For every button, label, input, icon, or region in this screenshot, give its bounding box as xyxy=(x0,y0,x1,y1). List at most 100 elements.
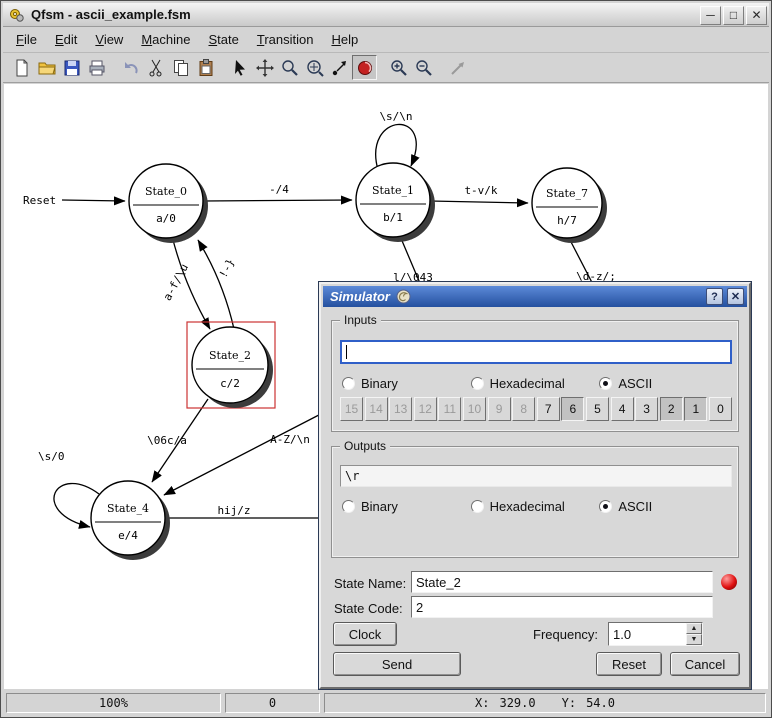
bit-button-13: 13 xyxy=(389,397,413,421)
maximize-button[interactable]: □ xyxy=(723,5,744,25)
clock-button[interactable]: Clock xyxy=(333,622,397,646)
state-name-label: State Name: xyxy=(334,576,407,591)
transition-state2-state0[interactable] xyxy=(197,239,235,330)
bit-button-7[interactable]: 7 xyxy=(536,397,560,421)
frequency-down-button[interactable]: ▼ xyxy=(686,634,702,645)
cancel-button[interactable]: Cancel xyxy=(670,652,740,676)
transition-reset[interactable] xyxy=(61,196,126,206)
bit-button-1[interactable]: 1 xyxy=(684,397,708,421)
menu-item-transition[interactable]: Transition xyxy=(248,29,323,50)
menu-item-machine[interactable]: Machine xyxy=(132,29,199,50)
simulator-dialog: Simulator ? ✕ Inputs Binary Hexadecimal AS… xyxy=(318,281,752,690)
menu-item-edit[interactable]: Edit xyxy=(46,29,86,50)
straighten-transitions-button[interactable] xyxy=(445,55,470,80)
interactive-zoom-tool-button[interactable] xyxy=(302,55,327,80)
label-s2-s4: \06c/a xyxy=(147,434,187,447)
state-code-value: 2 xyxy=(416,599,424,615)
bit-button-6[interactable]: 6 xyxy=(561,397,585,421)
state-node-state-7[interactable]: State_7 h/7 xyxy=(531,167,607,243)
outputs-radio-hexadecimal[interactable]: Hexadecimal xyxy=(470,499,600,514)
zoom-in-button[interactable] xyxy=(386,55,411,80)
bit-button-0[interactable]: 0 xyxy=(708,397,732,421)
save-button[interactable] xyxy=(59,55,84,80)
simulator-titlebar[interactable]: Simulator ? ✕ xyxy=(323,286,747,307)
frequency-label: Frequency: xyxy=(533,627,599,642)
print-button[interactable] xyxy=(84,55,109,80)
pan-tool-button[interactable] xyxy=(252,55,277,80)
outputs-group-label: Outputs xyxy=(340,439,391,453)
state-code: c/2 xyxy=(220,377,240,390)
zoom-out-button[interactable] xyxy=(411,55,436,80)
outputs-radio-ascii[interactable]: ASCII xyxy=(599,499,728,514)
state-code-field[interactable]: 2 xyxy=(411,596,713,618)
zoom-select-tool-button[interactable] xyxy=(277,55,302,80)
state-code-label: State Code: xyxy=(334,601,403,616)
frequency-value: 1.0 xyxy=(613,626,632,642)
open-file-button[interactable] xyxy=(34,55,59,80)
menu-item-file[interactable]: File xyxy=(7,29,46,50)
dialog-close-button[interactable]: ✕ xyxy=(727,288,744,305)
reset-button[interactable]: Reset xyxy=(596,652,662,676)
radio-icon xyxy=(342,500,355,513)
bit-button-8: 8 xyxy=(512,397,536,421)
radio-icon xyxy=(470,500,484,513)
new-file-button[interactable] xyxy=(9,55,34,80)
bit-button-4[interactable]: 4 xyxy=(610,397,634,421)
coord-y-label: Y: xyxy=(561,695,577,710)
state-name: State_2 xyxy=(209,349,251,362)
radio-icon xyxy=(599,500,613,513)
state-name: State_1 xyxy=(372,184,414,197)
window-icon xyxy=(8,6,26,24)
transition-state0-state1[interactable] xyxy=(203,195,353,205)
add-transition-tool-button[interactable] xyxy=(327,55,352,80)
select-tool-button[interactable] xyxy=(227,55,252,80)
outputs-radio-binary[interactable]: Binary xyxy=(342,499,471,514)
inputs-radio-hexadecimal[interactable]: Hexadecimal xyxy=(470,376,600,391)
state-node-state-1[interactable]: State_1 b/1 xyxy=(355,162,435,242)
copy-button[interactable] xyxy=(168,55,193,80)
frequency-up-button[interactable]: ▲ xyxy=(686,623,702,634)
simulate-tool-button[interactable] xyxy=(352,55,377,80)
bit-button-3[interactable]: 3 xyxy=(635,397,659,421)
bit-button-12: 12 xyxy=(413,397,437,421)
menu-item-view[interactable]: View xyxy=(86,29,132,50)
menubar: File Edit View Machine State Transition Help xyxy=(3,27,769,53)
paste-button[interactable] xyxy=(193,55,218,80)
state-code: b/1 xyxy=(383,211,403,224)
frequency-spinbox[interactable]: 1.0 ▲ ▼ xyxy=(608,622,703,646)
simulator-title: Simulator xyxy=(330,289,390,304)
outputs-field: \r xyxy=(340,465,732,487)
bit-button-15: 15 xyxy=(340,397,363,421)
bit-button-5[interactable]: 5 xyxy=(585,397,609,421)
radio-label: ASCII xyxy=(618,376,653,391)
inputs-radio-binary[interactable]: Binary xyxy=(342,376,471,391)
coord-x-label: X: xyxy=(475,695,490,710)
inputs-radio-ascii[interactable]: ASCII xyxy=(599,376,728,391)
state-name-field[interactable]: State_2 xyxy=(411,571,713,593)
state-node-state-4[interactable]: State_4 e/4 xyxy=(90,480,170,560)
qfsm-window: Qfsm - ascii_example.fsm ─ □ ✕ File Edit V… xyxy=(0,0,772,718)
inputs-field[interactable] xyxy=(340,340,732,364)
radio-label: Hexadecimal xyxy=(489,376,565,391)
send-button[interactable]: Send xyxy=(333,652,461,676)
menu-item-help[interactable]: Help xyxy=(322,29,367,50)
state-node-state-2[interactable]: State_2 c/2 xyxy=(191,326,273,408)
menu-item-state[interactable]: State xyxy=(199,29,247,50)
transition-state1-state7[interactable] xyxy=(429,198,529,208)
close-button[interactable]: ✕ xyxy=(746,5,767,25)
outputs-field-value: \r xyxy=(345,469,360,483)
state-code: e/4 xyxy=(118,529,138,542)
window-titlebar[interactable]: Qfsm - ascii_example.fsm ─ □ ✕ xyxy=(3,3,769,27)
state-node-state-0[interactable]: State_0 a/0 xyxy=(128,163,208,243)
minimize-button[interactable]: ─ xyxy=(700,5,721,25)
label-reset: Reset xyxy=(23,194,56,207)
statusbar-coordinates: X: 329.0 Y: 54.0 xyxy=(324,692,766,713)
bit-button-11: 11 xyxy=(438,397,462,421)
state-name: State_7 xyxy=(546,187,588,200)
cut-button[interactable] xyxy=(143,55,168,80)
dialog-help-button[interactable]: ? xyxy=(706,288,723,305)
undo-button[interactable] xyxy=(118,55,143,80)
bit-button-2[interactable]: 2 xyxy=(659,397,683,421)
label-s4-right: hij/z xyxy=(217,504,250,517)
transition-into-state4[interactable] xyxy=(163,401,345,496)
